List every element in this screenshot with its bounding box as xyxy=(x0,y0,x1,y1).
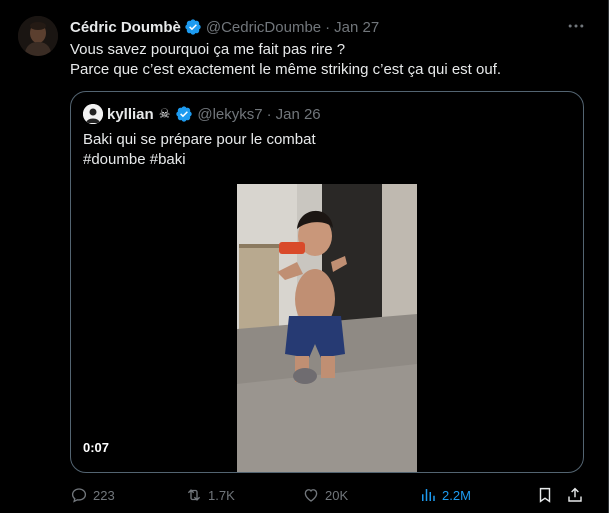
quoted-tweet[interactable]: kyllian ☠ @lekyks7 · Jan 26 Baki qui se … xyxy=(70,91,584,473)
header-separator: · xyxy=(325,18,331,36)
views-count: 2.2M xyxy=(442,487,471,503)
quoted-tweet-header: kyllian ☠ @lekyks7 · Jan 26 xyxy=(83,104,321,124)
hashtag-link[interactable]: #doumbe xyxy=(83,151,146,168)
quoted-hashtags: #doumbe #baki xyxy=(83,150,316,170)
video-duration: 0:07 xyxy=(83,440,110,455)
quoted-author-avatar xyxy=(83,104,103,124)
hashtag-link[interactable]: #baki xyxy=(150,151,186,168)
like-button[interactable]: 20K xyxy=(302,485,348,505)
quoted-tweet-date: Jan 26 xyxy=(275,105,321,123)
bookmark-icon xyxy=(539,487,551,503)
quoted-header-separator: · xyxy=(266,105,272,123)
tweet-text-line: Vous savez pourquoi ça me fait pas rire … xyxy=(70,41,346,58)
quoted-author-name: kyllian xyxy=(107,105,154,123)
tweet-actions: 223 1.7K 20K 2.2M xyxy=(70,485,590,505)
views-button[interactable]: 2.2M xyxy=(419,485,471,505)
reply-button[interactable]: 223 xyxy=(70,485,115,505)
verified-badge-icon xyxy=(184,18,202,36)
author-name[interactable]: Cédric Doumbè xyxy=(70,19,181,36)
tweet-header: Cédric Doumbè @CedricDoumbe · Jan 27 xyxy=(70,17,379,37)
tweet-card[interactable]: Cédric Doumbè @CedricDoumbe · Jan 27 Vou… xyxy=(0,0,609,513)
share-button[interactable] xyxy=(566,485,584,505)
tweet-date[interactable]: Jan 27 xyxy=(334,19,379,36)
pirate-flag-icon: ☠ xyxy=(158,106,171,122)
author-avatar[interactable] xyxy=(18,16,58,56)
quoted-author-handle: @lekyks7 xyxy=(197,105,263,123)
author-avatar-image xyxy=(18,16,58,56)
repost-icon xyxy=(187,489,201,501)
bookmark-button[interactable] xyxy=(536,485,554,505)
repost-count: 1.7K xyxy=(208,487,235,503)
quoted-tweet-text: Baki qui se prépare pour le combat #doum… xyxy=(83,130,316,170)
like-count: 20K xyxy=(325,487,349,503)
video-player[interactable] xyxy=(237,184,417,472)
heart-icon xyxy=(304,489,318,502)
tweet-text: Vous savez pourquoi ça me fait pas rire … xyxy=(70,40,590,80)
views-chart-icon xyxy=(422,489,435,501)
video-thumbnail xyxy=(237,184,417,472)
reply-icon xyxy=(71,488,87,503)
author-handle[interactable]: @CedricDoumbe xyxy=(206,19,321,36)
verified-badge-icon xyxy=(175,105,193,123)
reply-count: 223 xyxy=(93,487,115,503)
repost-button[interactable]: 1.7K xyxy=(185,485,235,505)
quoted-text-line: Baki qui se prépare pour le combat xyxy=(83,131,316,148)
share-icon xyxy=(568,487,582,502)
tweet-text-line: Parce que c’est exactement le même strik… xyxy=(70,61,502,78)
more-horizontal-icon[interactable] xyxy=(566,16,586,36)
